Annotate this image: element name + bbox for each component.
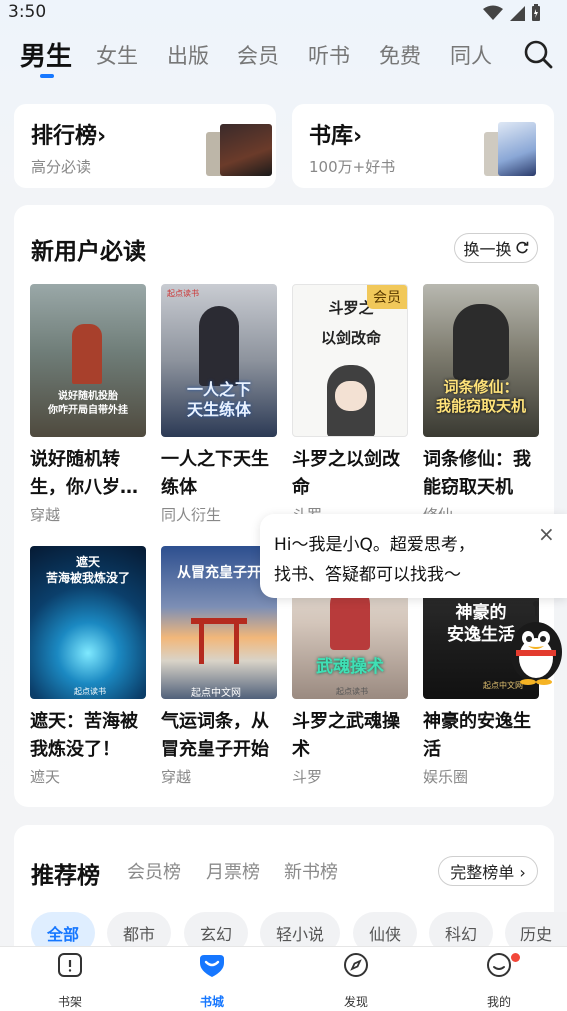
section-title: 新用户必读 [31, 239, 146, 265]
assistant-tooltip[interactable]: Hi～我是小Q。超爱思考， 找书、答疑都可以找我～ × [260, 514, 567, 598]
ranking-entry-title: 排行榜› [31, 118, 106, 150]
library-entry-subtitle: 100万+好书 [309, 158, 396, 176]
chevron-right-icon: › [353, 124, 363, 149]
wifi-icon [483, 5, 503, 20]
full-list-button[interactable]: 完整榜单 › [438, 856, 538, 886]
library-entry-card[interactable]: 书库› 100万+好书 [292, 104, 554, 188]
bottom-nav: 书架 书城 发现 我的 [0, 946, 567, 1011]
book-title: 神豪的安逸生活 [423, 711, 531, 760]
book-title: 词条修仙：我能窃取天机 [423, 449, 531, 498]
signal-icon [510, 6, 525, 21]
tab-audiobook[interactable]: 听书 [308, 40, 350, 70]
cover-logo: 起点读书 [74, 687, 106, 696]
nav-bookshelf[interactable]: 书架 [30, 951, 110, 1010]
cover-face [335, 381, 367, 411]
cover-gate-post [199, 624, 204, 664]
search-icon[interactable] [522, 38, 554, 70]
book-title: 斗罗之武魂操术 [292, 711, 400, 760]
tooltip-line: Hi～我是小Q。超爱思考， [274, 535, 475, 555]
nav-label: 发现 [343, 995, 368, 1009]
book-cover: 遮天 苦海被我炼没了 起点读书 [30, 546, 146, 699]
tooltip-text: Hi～我是小Q。超爱思考， 找书、答疑都可以找我～ [274, 530, 475, 590]
nav-label: 书城 [199, 995, 224, 1009]
tooltip-line: 找书、答疑都可以找我～ [274, 565, 461, 585]
cover-logo: 起点读书 [336, 687, 368, 696]
cover-figure [199, 306, 239, 386]
library-entry-title-text: 书库 [309, 124, 354, 149]
book-title: 遮天：苦海被我炼没了！ [30, 711, 138, 760]
book-title: 一人之下天生练体 [161, 449, 269, 498]
cover-text: 一人之下 天生练体 [186, 380, 251, 419]
stack-cover-front [220, 124, 272, 176]
rank-tab-monthly[interactable]: 月票榜 [206, 858, 260, 884]
nav-label: 书架 [57, 995, 82, 1009]
vip-badge: 会员 [367, 285, 407, 309]
cover-logo: 起点读书 [167, 289, 199, 298]
tab-member[interactable]: 会员 [237, 40, 279, 70]
rank-tab-member[interactable]: 会员榜 [127, 858, 181, 884]
book-tag: 娱乐圈 [423, 768, 469, 786]
new-user-panel: 新用户必读 换一换 说好随机投胎 你咋开局自带外挂 说好随机转生，你八岁… 穿越… [14, 205, 554, 807]
stack-cover-front [498, 122, 536, 176]
chevron-right-icon: › [97, 124, 107, 149]
section-title: 推荐榜 [31, 863, 100, 889]
status-time: 3:50 [8, 2, 47, 22]
notification-dot [511, 953, 520, 962]
cover-figure [72, 324, 102, 384]
book-title: 气运词条，从冒充皇子开始 [161, 711, 269, 760]
tab-male[interactable]: 男生 [20, 36, 72, 73]
nav-bookstore[interactable]: 书城 [172, 951, 252, 1010]
nav-discover[interactable]: 发现 [316, 951, 396, 1010]
active-tab-indicator [40, 74, 54, 78]
cover-text: 从冒充皇子开 [177, 565, 261, 581]
nav-label: 我的 [486, 995, 511, 1009]
book-title: 说好随机转生，你八岁… [30, 449, 138, 498]
cover-text: 武魂操术 [316, 657, 384, 677]
status-icons [483, 4, 541, 22]
ranking-entry-title-text: 排行榜 [31, 124, 98, 149]
cover-gate-post [234, 624, 239, 664]
tab-female[interactable]: 女生 [96, 40, 138, 70]
bookshelf-icon [58, 953, 82, 977]
ranking-entry-card[interactable]: 排行榜› 高分必读 [14, 104, 276, 188]
book-tag: 同人衍生 [161, 506, 222, 524]
book-title: 斗罗之以剑改命 [292, 449, 400, 498]
book-cover: 起点读书 一人之下 天生练体 [161, 284, 277, 437]
cover-figure [453, 304, 509, 380]
cover-text: 说好随机投胎 你咋开局自带外挂 [48, 391, 128, 416]
cover-text: 词条修仙： 我能窃取天机 [435, 378, 526, 415]
book-cover: 说好随机投胎 你咋开局自带外挂 [30, 284, 146, 437]
close-icon[interactable]: × [538, 522, 555, 546]
refresh-button[interactable]: 换一换 [454, 233, 538, 263]
library-entry-title: 书库› [309, 118, 362, 150]
book-tag: 斗罗 [292, 768, 323, 786]
tab-fanfic[interactable]: 同人 [450, 40, 492, 70]
profile-icon [487, 953, 511, 977]
rank-tab-new[interactable]: 新书榜 [284, 858, 338, 884]
refresh-label: 换一换 [463, 240, 512, 259]
book-tag: 穿越 [161, 768, 192, 786]
status-bar: 3:50 [0, 0, 567, 28]
ranking-entry-subtitle: 高分必读 [31, 158, 92, 176]
tab-publish[interactable]: 出版 [167, 40, 209, 70]
refresh-icon [515, 241, 528, 254]
nav-profile[interactable]: 我的 [459, 951, 539, 1010]
bookstore-icon [200, 955, 224, 977]
cover-logo: 起点中文网 [191, 688, 241, 699]
book-tag: 穿越 [30, 506, 61, 524]
assistant-mascot-icon[interactable] [506, 600, 566, 686]
tab-free[interactable]: 免费 [379, 40, 421, 70]
cover-text: 遮天 苦海被我炼没了 [45, 555, 130, 585]
book-tag: 遮天 [30, 768, 61, 786]
top-tab-bar: 男生 女生 出版 会员 听书 免费 同人 [0, 34, 567, 84]
book-cover: 斗罗之 以剑改命 会员 [292, 284, 408, 437]
book-cover: 词条修仙： 我能窃取天机 [423, 284, 539, 437]
compass-icon [344, 953, 368, 977]
battery-icon [532, 4, 540, 21]
